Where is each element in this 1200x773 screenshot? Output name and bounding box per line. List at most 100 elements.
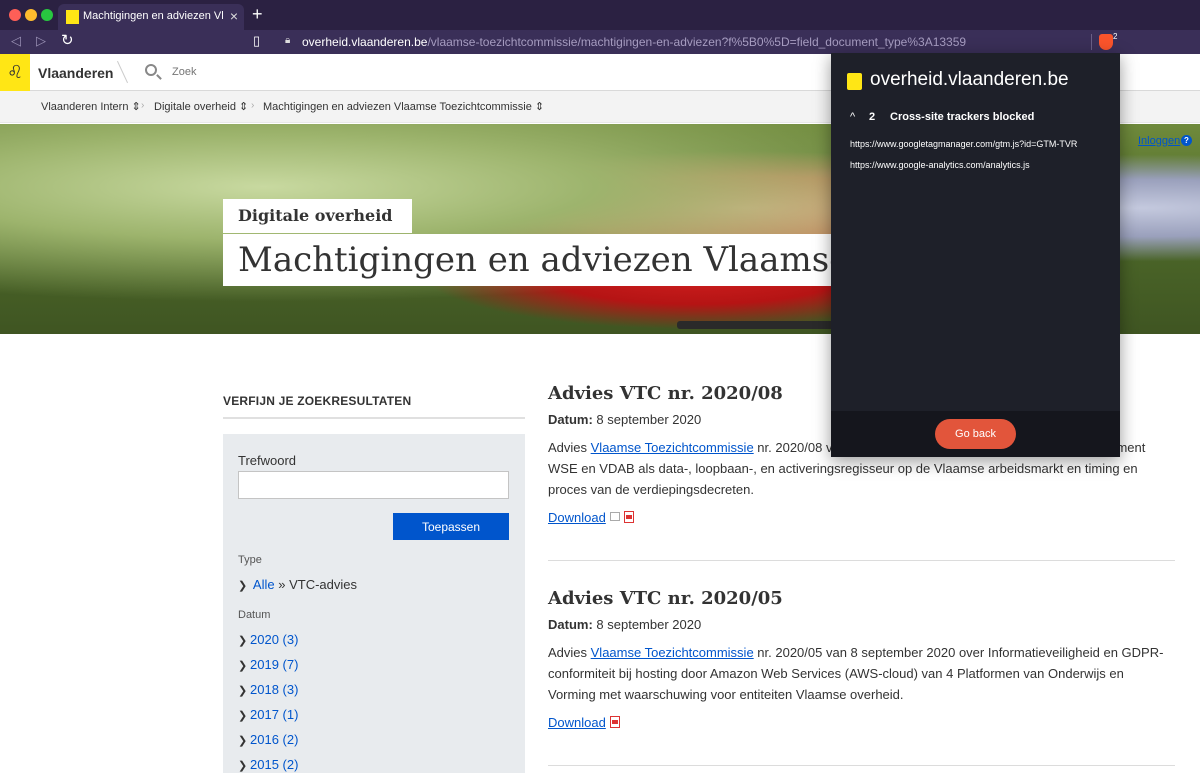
reload-icon[interactable]: ↻: [61, 31, 74, 49]
result-divider: [548, 560, 1175, 561]
date-facet-item[interactable]: ❯ 2020 (3): [238, 632, 298, 647]
download-row: Download: [548, 510, 1175, 525]
breadcrumb-label: Machtigingen en adviezen Vlaamse Toezich…: [263, 101, 532, 113]
download-row: Download: [548, 715, 1175, 730]
address-bar[interactable]: overheid.vlaanderen.be/vlaamse-toezichtc…: [302, 35, 966, 49]
vtc-link[interactable]: Vlaamse Toezichtcommissie: [591, 440, 754, 455]
date-facet-link[interactable]: 2015 (2): [250, 757, 298, 772]
collapse-chevron-icon[interactable]: ^: [850, 111, 855, 123]
chevron-right-icon: ❯: [238, 635, 248, 647]
filter-panel: Trefwoord Toepassen Type ❯ Alle » VTC-ad…: [223, 434, 525, 773]
result-divider: [548, 765, 1175, 766]
chevron-right-icon: ❯: [238, 710, 248, 722]
date-facet-item[interactable]: ❯ 2017 (1): [238, 707, 298, 722]
type-all-link[interactable]: Alle: [253, 577, 275, 592]
browser-toolbar: ◁ ▷ ↻ ▯ 🔒︎ overheid.vlaanderen.be/vlaams…: [0, 30, 1200, 54]
keyword-label: Trefwoord: [238, 453, 297, 468]
minimize-window-button[interactable]: [25, 9, 37, 21]
bookmark-icon[interactable]: ▯: [253, 33, 260, 49]
date-facet-title: Datum: [238, 609, 271, 621]
updown-icon: ⇕: [131, 101, 141, 113]
breadcrumb-item[interactable]: Digitale overheid ⇕: [154, 100, 248, 113]
pdf-icon: [623, 511, 634, 523]
chevron-right-icon: ❯: [238, 735, 248, 747]
go-back-button[interactable]: Go back: [935, 419, 1016, 449]
brave-shield-icon[interactable]: [1099, 34, 1113, 50]
url-path: /vlaamse-toezichtcommissie/machtigingen-…: [427, 35, 967, 49]
hero-image-detail: [677, 321, 837, 329]
result-body: Advies Vlaamse Toezichtcommissie nr. 202…: [548, 642, 1175, 705]
external-link-icon: [609, 512, 620, 521]
date-label: Datum:: [548, 617, 593, 632]
breadcrumb-item[interactable]: Vlaanderen Intern ⇕: [41, 100, 141, 113]
date-facet-item[interactable]: ❯ 2019 (7): [238, 657, 298, 672]
trackers-blocked-label[interactable]: Cross-site trackers blocked: [890, 111, 1034, 123]
header-divider: [116, 60, 129, 84]
tab-close-icon[interactable]: ×: [230, 8, 238, 24]
vlaanderen-logo[interactable]: ♌︎: [0, 54, 30, 91]
result-title[interactable]: Advies VTC nr. 2020/05: [548, 588, 1175, 609]
refine-divider: [223, 417, 525, 419]
keyword-input[interactable]: [238, 471, 509, 499]
result-date: Datum: 8 september 2020: [548, 617, 1175, 632]
date-facet-link[interactable]: 2020 (3): [250, 632, 298, 647]
tracker-count: 2: [869, 111, 876, 123]
help-icon[interactable]: ?: [1181, 135, 1192, 146]
apply-button[interactable]: Toepassen: [393, 513, 509, 540]
toolbar-divider: [1091, 34, 1092, 50]
date-value: 8 september 2020: [596, 617, 702, 632]
download-link[interactable]: Download: [548, 715, 606, 730]
vtc-link[interactable]: Vlaamse Toezichtcommissie: [591, 645, 754, 660]
chevron-right-icon: ❯: [238, 580, 248, 592]
tracker-url: https://www.googletagmanager.com/gtm.js?…: [850, 139, 1078, 149]
download-link[interactable]: Download: [548, 510, 606, 525]
chevron-right-icon: ❯: [238, 685, 248, 697]
body-pre: Advies: [548, 645, 591, 660]
new-tab-button[interactable]: +: [252, 4, 263, 25]
breadcrumb-label: Digitale overheid: [154, 101, 236, 113]
search-result: Advies VTC nr. 2020/05 Datum: 8 septembe…: [548, 588, 1175, 730]
type-current: VTC-advies: [289, 577, 357, 592]
login-link[interactable]: Inloggen: [1138, 135, 1180, 147]
updown-icon: ⇕: [239, 101, 249, 113]
chevron-right-icon: ❯: [238, 660, 248, 672]
hero-tag: Digitale overheid: [223, 199, 413, 233]
zoom-window-button[interactable]: [41, 9, 53, 21]
chevron-right-icon: ›: [141, 100, 145, 111]
type-facet-row: ❯ Alle » VTC-advies: [238, 577, 357, 592]
browser-tab[interactable]: Machtigingen en adviezen Vlaams ×: [58, 4, 244, 30]
page-title: Machtigingen en adviezen Vlaamse Toezich…: [223, 234, 835, 286]
date-facet-link[interactable]: 2017 (1): [250, 707, 298, 722]
search-input[interactable]: [172, 66, 372, 78]
popup-footer: Go back: [831, 411, 1120, 457]
popup-host: overheid.vlaanderen.be: [870, 69, 1069, 90]
date-facet-link[interactable]: 2016 (2): [250, 732, 298, 747]
back-arrow-icon[interactable]: ◁: [11, 33, 21, 49]
date-facet-item[interactable]: ❯ 2015 (2): [238, 757, 298, 772]
site-favicon-icon: [847, 73, 862, 90]
lock-icon[interactable]: 🔒︎: [285, 35, 290, 46]
close-window-button[interactable]: [9, 9, 21, 21]
date-facet-link[interactable]: 2019 (7): [250, 657, 298, 672]
date-facet-link[interactable]: 2018 (3): [250, 682, 298, 697]
type-facet-title: Type: [238, 554, 262, 566]
brand-name[interactable]: Vlaanderen: [38, 65, 113, 81]
date-facet-item[interactable]: ❯ 2018 (3): [238, 682, 298, 697]
breadcrumb-item[interactable]: Machtigingen en adviezen Vlaamse Toezich…: [263, 100, 544, 113]
url-host: overheid.vlaanderen.be: [302, 35, 428, 49]
search-icon[interactable]: [145, 64, 157, 76]
lion-icon: ♌︎: [7, 62, 24, 82]
forward-arrow-icon[interactable]: ▷: [36, 33, 46, 49]
chevron-right-icon: ›: [251, 100, 255, 111]
tracker-url: https://www.google-analytics.com/analyti…: [850, 160, 1030, 170]
chevron-right-icon: ❯: [238, 760, 248, 772]
body-pre: Advies: [548, 440, 591, 455]
pdf-icon: [609, 716, 620, 728]
tab-title: Machtigingen en adviezen Vlaams: [83, 10, 223, 22]
updown-icon: ⇕: [534, 101, 545, 113]
favicon-icon: [66, 10, 79, 24]
date-label: Datum:: [548, 412, 593, 427]
shield-badge: 2: [1113, 32, 1118, 41]
date-facet-item[interactable]: ❯ 2016 (2): [238, 732, 298, 747]
shields-popup: overheid.vlaanderen.be ^ 2 Cross-site tr…: [831, 53, 1120, 457]
